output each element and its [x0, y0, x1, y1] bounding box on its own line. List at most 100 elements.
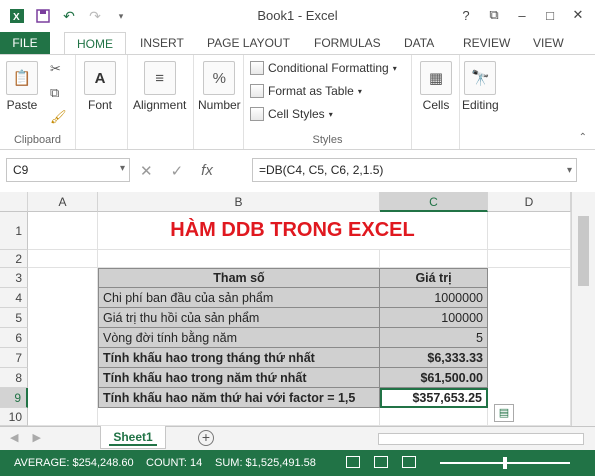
table-row-label[interactable]: Giá trị thu hồi của sản phẩm — [98, 308, 380, 328]
editing-button[interactable]: 🔭 Editing — [462, 61, 499, 112]
row-header-7[interactable]: 7 — [0, 348, 28, 368]
cell-styles-label: Cell Styles — [268, 107, 325, 121]
paste-icon: 📋 — [6, 61, 38, 95]
active-cell-c9[interactable]: $357,653.25 — [380, 388, 488, 408]
percent-icon: % — [203, 61, 236, 95]
cell-a1[interactable] — [28, 212, 98, 250]
tab-review[interactable]: REVIEW — [463, 32, 510, 54]
normal-view-icon[interactable] — [346, 456, 360, 468]
styles-group-label: Styles — [312, 134, 343, 146]
table-header-param[interactable]: Tham số — [98, 268, 380, 288]
cut-icon[interactable]: ✂ — [50, 61, 61, 77]
chevron-down-icon[interactable]: ▾ — [120, 163, 125, 174]
font-button[interactable]: A Font — [84, 61, 116, 112]
sheet-tab-sheet1[interactable]: Sheet1 — [100, 426, 166, 449]
column-a-cells[interactable] — [28, 268, 98, 426]
cell-c2[interactable] — [380, 250, 488, 268]
conditional-formatting-button[interactable]: Conditional Formatting ▾ — [250, 61, 397, 75]
format-as-table-label: Format as Table — [268, 84, 354, 98]
scroll-thumb[interactable] — [578, 216, 589, 286]
quick-analysis-icon[interactable]: ▤ — [494, 404, 514, 422]
copy-icon[interactable]: ⧉ — [50, 85, 59, 101]
select-all-corner[interactable] — [0, 192, 28, 212]
tab-insert[interactable]: INSERT — [140, 32, 184, 54]
alignment-button[interactable]: ≡ Alignment — [133, 61, 186, 112]
row-header-1[interactable]: 1 — [0, 212, 28, 250]
cell-d1[interactable] — [488, 212, 571, 250]
table-row-label[interactable]: Vòng đời tính bằng năm — [98, 328, 380, 348]
help-button[interactable]: ? — [453, 4, 479, 26]
expand-formula-icon[interactable]: ▾ — [567, 165, 572, 176]
row-header-5[interactable]: 5 — [0, 308, 28, 328]
table-row-value[interactable]: 100000 — [380, 308, 488, 328]
status-sum: SUM: $1,525,491.58 — [215, 457, 316, 469]
cell-b2[interactable] — [98, 250, 380, 268]
font-group: A Font — [76, 55, 128, 149]
enter-icon[interactable]: ✓ — [171, 162, 184, 180]
cancel-icon[interactable]: ✕ — [140, 162, 153, 180]
row-header-8[interactable]: 8 — [0, 368, 28, 388]
ribbon: 📋 Paste ✂ ⧉ 🖌 Clipboard A Font ≡ Alignme… — [0, 54, 595, 150]
cell-c10[interactable] — [380, 408, 488, 426]
formula-input[interactable]: =DB(C4, C5, C6, 2,1.5) ▾ — [252, 158, 577, 182]
clipboard-group-label: Clipboard — [13, 134, 62, 146]
collapse-ribbon-icon[interactable]: ⌃ — [579, 132, 587, 143]
column-header-c[interactable]: C — [380, 192, 488, 212]
prev-sheet-icon[interactable]: ◀ — [10, 431, 18, 444]
page-break-view-icon[interactable] — [402, 456, 416, 468]
row-header-2[interactable]: 2 — [0, 250, 28, 268]
page-layout-view-icon[interactable] — [374, 456, 388, 468]
number-button[interactable]: % Number — [198, 61, 241, 112]
cell-styles-button[interactable]: Cell Styles ▾ — [250, 107, 333, 121]
table-row-value[interactable]: $6,333.33 — [380, 348, 488, 368]
column-header-b[interactable]: B — [98, 192, 380, 212]
name-box-value: C9 — [13, 163, 29, 177]
tab-page-layout[interactable]: PAGE LAYOUT — [207, 32, 290, 54]
minimize-button[interactable]: – — [509, 4, 535, 26]
paste-button[interactable]: 📋 Paste — [6, 61, 38, 112]
table-row-value[interactable]: $61,500.00 — [380, 368, 488, 388]
cell-d2[interactable] — [488, 250, 571, 268]
close-button[interactable]: ✕ — [565, 4, 591, 26]
tab-file[interactable]: FILE — [0, 32, 50, 54]
tab-view[interactable]: VIEW — [533, 32, 564, 54]
row-header-6[interactable]: 6 — [0, 328, 28, 348]
sheet-title[interactable]: HÀM DDB TRONG EXCEL — [98, 212, 488, 250]
format-as-table-button[interactable]: Format as Table ▾ — [250, 84, 362, 98]
table-header-value[interactable]: Giá trị — [380, 268, 488, 288]
next-sheet-icon[interactable]: ▶ — [32, 431, 40, 444]
row-header-4[interactable]: 4 — [0, 288, 28, 308]
vertical-scrollbar[interactable] — [571, 192, 595, 426]
sheet-tab-bar: ◀ ▶ Sheet1 + — [0, 426, 595, 450]
font-label: Font — [87, 98, 112, 112]
cell-b10[interactable] — [98, 408, 380, 426]
table-row-label[interactable]: Tính khấu hao trong tháng thứ nhất — [98, 348, 380, 368]
format-painter-icon[interactable]: 🖌 — [50, 109, 67, 125]
name-box[interactable]: C9 ▾ — [6, 158, 130, 182]
tab-data[interactable]: DATA — [404, 32, 434, 54]
column-d-cells[interactable] — [488, 268, 571, 426]
row-header-9[interactable]: 9 — [0, 388, 28, 408]
ribbon-display-button[interactable]: ⧉ — [481, 4, 507, 26]
row-header-10[interactable]: 10 — [0, 408, 28, 426]
table-row-label[interactable]: Tính khấu hao trong năm thứ nhất — [98, 368, 380, 388]
tab-home[interactable]: HOME — [64, 32, 126, 54]
table-row-value[interactable]: 1000000 — [380, 288, 488, 308]
cells-button[interactable]: ▦ Cells — [420, 61, 452, 112]
zoom-slider[interactable] — [440, 457, 570, 469]
table-row-label[interactable]: Tính khấu hao năm thứ hai với factor = 1… — [98, 388, 380, 408]
tab-formulas[interactable]: FORMULAS — [314, 32, 381, 54]
insert-function-icon[interactable]: fx — [201, 162, 213, 180]
maximize-button[interactable]: □ — [537, 4, 563, 26]
alignment-label: Alignment — [133, 98, 187, 112]
column-header-a[interactable]: A — [28, 192, 98, 212]
cell-a2[interactable] — [28, 250, 98, 268]
row-header-3[interactable]: 3 — [0, 268, 28, 288]
column-header-d[interactable]: D — [488, 192, 571, 212]
table-row-value[interactable]: 5 — [380, 328, 488, 348]
horizontal-scrollbar[interactable] — [378, 433, 584, 445]
paste-label: Paste — [6, 98, 38, 112]
status-average: AVERAGE: $254,248.60 — [14, 457, 134, 469]
add-sheet-icon[interactable]: + — [198, 430, 214, 446]
table-row-label[interactable]: Chi phí ban đầu của sản phẩm — [98, 288, 380, 308]
